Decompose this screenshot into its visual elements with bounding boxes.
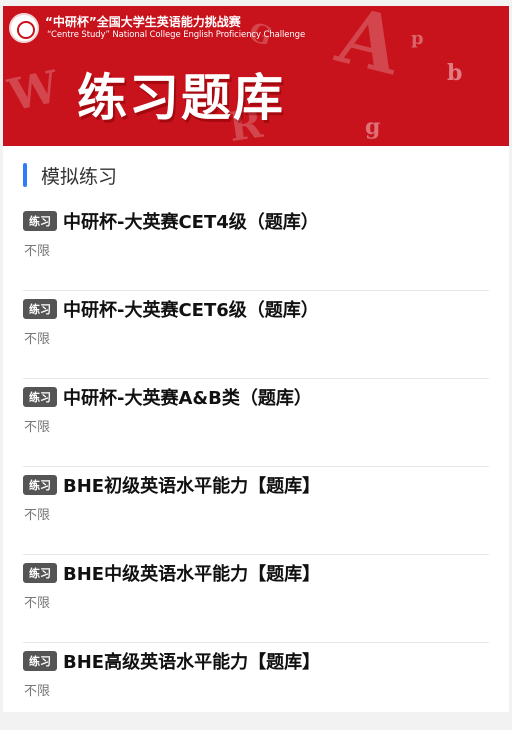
- section-title: 模拟练习: [41, 165, 118, 188]
- item-limit: 不限: [24, 684, 51, 699]
- contest-title: “中研杯”全国大学生英语能力挑战赛: [45, 15, 241, 29]
- section-accent-bar: [23, 163, 27, 187]
- practice-tag: 练习: [23, 563, 57, 583]
- contest-logo: [9, 13, 39, 43]
- practice-tag: 练习: [23, 651, 57, 671]
- list-item[interactable]: 练习 中研杯-大英赛CET6级（题库） 不限: [23, 290, 489, 379]
- item-limit: 不限: [24, 332, 51, 347]
- decorative-letter: b: [447, 60, 463, 86]
- item-title[interactable]: BHE中级英语水平能力【题库】: [63, 560, 320, 586]
- header-banner: W G A R g b p “中研杯”全国大学生英语能力挑战赛 “Centre …: [3, 6, 509, 146]
- item-limit: 不限: [24, 596, 51, 611]
- list-item[interactable]: 练习 中研杯-大英赛CET4级（题库） 不限: [23, 202, 489, 291]
- decorative-letter: W: [4, 61, 64, 122]
- practice-list-card: 模拟练习 练习 中研杯-大英赛CET4级（题库） 不限 练习 中研杯-大英赛CE…: [3, 146, 509, 712]
- practice-tag: 练习: [23, 211, 57, 231]
- practice-tag: 练习: [23, 387, 57, 407]
- decorative-letter: g: [365, 114, 381, 140]
- item-title[interactable]: 中研杯-大英赛A&B类（题库）: [63, 384, 312, 410]
- item-title[interactable]: 中研杯-大英赛CET4级（题库）: [63, 208, 319, 234]
- decorative-letter: A: [328, 6, 410, 93]
- section-header: 模拟练习: [23, 162, 117, 188]
- contest-subtitle: “Centre Study” National College English …: [47, 30, 306, 40]
- list-item[interactable]: 练习 中研杯-大英赛A&B类（题库） 不限: [23, 378, 489, 467]
- item-title[interactable]: BHE高级英语水平能力【题库】: [63, 648, 320, 674]
- item-limit: 不限: [24, 244, 51, 259]
- practice-tag: 练习: [23, 475, 57, 495]
- decorative-letter: p: [411, 28, 424, 49]
- item-limit: 不限: [24, 508, 51, 523]
- list-item[interactable]: 练习 BHE初级英语水平能力【题库】 不限: [23, 466, 489, 555]
- item-title[interactable]: BHE初级英语水平能力【题库】: [63, 472, 320, 498]
- item-limit: 不限: [24, 420, 51, 435]
- list-item[interactable]: 练习 BHE高级英语水平能力【题库】 不限: [23, 642, 489, 730]
- list-item[interactable]: 练习 BHE中级英语水平能力【题库】 不限: [23, 554, 489, 643]
- practice-tag: 练习: [23, 299, 57, 319]
- page-title: 练习题库: [77, 69, 285, 127]
- item-title[interactable]: 中研杯-大英赛CET6级（题库）: [63, 296, 319, 322]
